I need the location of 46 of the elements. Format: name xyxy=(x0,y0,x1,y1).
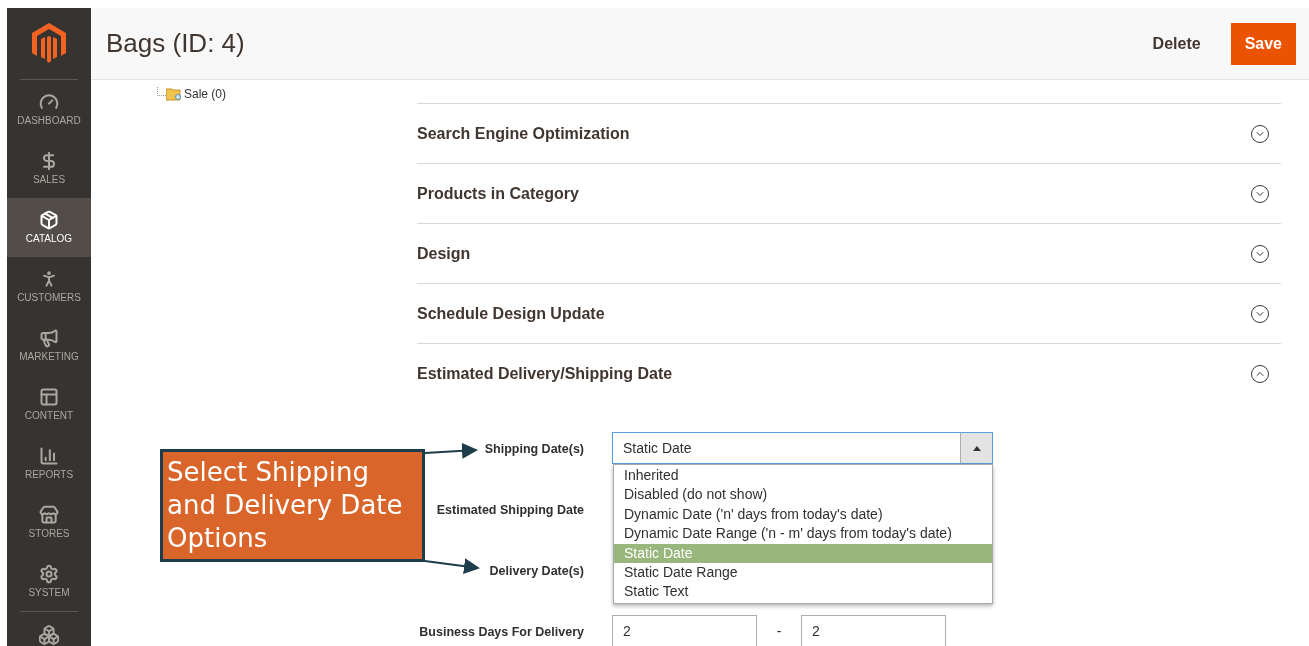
dropdown-option[interactable]: Inherited xyxy=(614,466,992,486)
logo-icon xyxy=(32,23,66,64)
megaphone-icon xyxy=(39,327,59,348)
section-header[interactable]: Products in Category xyxy=(417,164,1281,224)
nav-item[interactable]: DASHBOARD xyxy=(7,79,91,139)
nav-item[interactable]: CUSTOMERS xyxy=(7,256,91,316)
field-label: Shipping Date(s) xyxy=(484,442,584,456)
dropdown-option[interactable]: Static Date Range xyxy=(614,562,992,583)
layout-icon xyxy=(39,386,59,407)
section-header[interactable]: Search Engine Optimization xyxy=(417,104,1281,164)
store-icon xyxy=(39,504,59,525)
dropdown-option[interactable]: Disabled (do not show) xyxy=(614,485,992,505)
section-header[interactable]: Schedule Design Update xyxy=(417,284,1281,344)
nav-item[interactable]: MARKETING xyxy=(7,315,91,375)
caret-up-icon xyxy=(972,445,981,451)
input-field[interactable]: 2 xyxy=(801,615,946,646)
nav-item[interactable]: CONTENT xyxy=(7,374,91,434)
nav-item[interactable]: REPORTS xyxy=(7,433,91,493)
delete-button[interactable]: Delete xyxy=(1144,23,1209,64)
field-label: Business Days For Delivery xyxy=(419,625,584,639)
field-label: Delivery Date(s) xyxy=(489,564,584,578)
box-icon xyxy=(39,209,59,230)
page-title: Bags (ID: 4) xyxy=(106,27,246,60)
dropdown-option[interactable]: Dynamic Date Range ('n - m' days from today's date) xyxy=(614,524,992,544)
callout-box: Select Shipping and Delivery Date Options xyxy=(160,449,425,562)
dropdown-option[interactable]: Static Text xyxy=(614,582,992,602)
section-header[interactable]: Design xyxy=(417,224,1281,284)
select-field[interactable]: Static Date xyxy=(612,432,993,464)
gear-icon xyxy=(39,563,59,584)
section-header[interactable]: Estimated Delivery/Shipping Date xyxy=(417,344,1281,404)
nav-item[interactable]: CATALOG xyxy=(7,197,91,257)
save-button[interactable]: Save xyxy=(1230,22,1296,65)
nav-item[interactable]: SALES xyxy=(7,138,91,198)
arrow xyxy=(424,442,478,459)
tree-item[interactable]: Sale (0) xyxy=(184,85,227,103)
dropdown-option[interactable]: Dynamic Date ('n' days from today's date) xyxy=(614,504,992,525)
input-field[interactable]: 2 xyxy=(612,615,757,646)
arrow xyxy=(424,558,480,575)
bar-chart-icon xyxy=(39,445,59,466)
folder-icon xyxy=(166,87,182,101)
blocks-icon xyxy=(38,623,60,646)
nav-item[interactable]: STORES xyxy=(7,492,91,552)
field-label: Estimated Shipping Date xyxy=(436,503,584,517)
gauge-icon xyxy=(39,91,59,112)
range-separator: - xyxy=(775,621,783,641)
nav-item[interactable]: SYSTEM xyxy=(7,551,91,611)
